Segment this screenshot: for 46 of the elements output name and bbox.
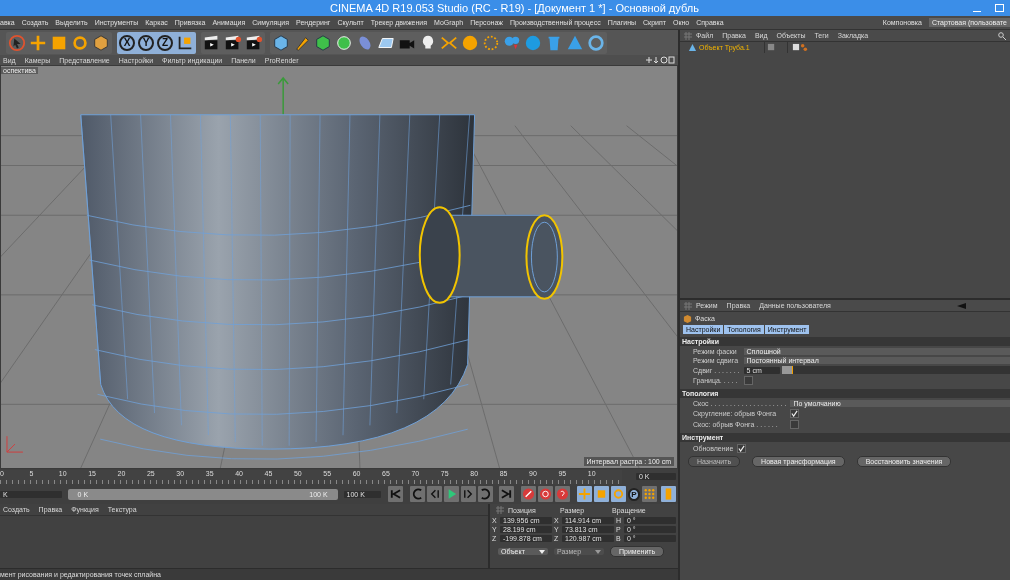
restore-icon[interactable] <box>995 4 1004 12</box>
clapboard-icon[interactable] <box>245 33 263 52</box>
bevel-tool-icon <box>683 313 692 323</box>
scale-key-icon[interactable] <box>593 486 609 502</box>
rotate-icon[interactable] <box>71 33 89 52</box>
panel-grip-icon[interactable] <box>496 506 504 514</box>
help-circle-icon[interactable] <box>555 486 571 502</box>
polygon-cube-icon[interactable] <box>314 33 332 52</box>
dot-grid-icon[interactable] <box>642 486 658 502</box>
record-key-icon[interactable] <box>521 486 537 502</box>
search-icon[interactable] <box>998 31 1006 40</box>
axis-lock-button[interactable]: Y <box>138 34 154 51</box>
previous-frame-icon[interactable] <box>426 486 442 502</box>
cursor-icon[interactable] <box>8 33 26 52</box>
caret-icon <box>539 549 545 554</box>
previous-key-icon[interactable] <box>409 486 425 502</box>
clapboard-icon[interactable] <box>224 33 242 52</box>
y-axis-arrow <box>277 76 289 117</box>
window-title: CINEMA 4D R19.053 Studio (RC - R19) - [Документ 1 *] - Основной дубль <box>330 2 699 14</box>
axis-lock-button[interactable]: Z <box>157 34 173 51</box>
panel-grip-icon[interactable] <box>684 31 692 40</box>
rotate-key-icon[interactable] <box>610 486 626 502</box>
dashed-circle-icon[interactable] <box>482 33 500 52</box>
move-icon[interactable] <box>29 33 47 52</box>
checkbox[interactable] <box>743 376 753 385</box>
checkbox[interactable] <box>790 409 800 418</box>
checkbox[interactable] <box>790 420 800 429</box>
checkbox[interactable] <box>737 444 747 453</box>
minimize-icon[interactable] <box>973 10 981 12</box>
move-key-icon[interactable] <box>576 486 592 502</box>
panel-grip-icon[interactable] <box>684 301 692 310</box>
go-to-end-icon[interactable] <box>499 486 515 502</box>
parameter-key-button[interactable]: P <box>627 487 641 501</box>
axis-lock-button[interactable]: X <box>119 34 135 51</box>
go-to-start-icon[interactable] <box>388 486 403 502</box>
caret-icon <box>595 549 601 554</box>
next-frame-icon[interactable] <box>460 486 476 502</box>
film-strip-icon[interactable] <box>661 486 677 502</box>
visibility-toggle-icon[interactable] <box>767 43 776 52</box>
play-icon[interactable] <box>443 486 459 502</box>
axis-gizmo-icon <box>6 435 24 453</box>
view-navigation-icon[interactable] <box>645 56 675 64</box>
autokey-icon[interactable] <box>538 486 554 502</box>
cube-icon[interactable] <box>92 33 110 52</box>
cube-icon[interactable] <box>272 33 290 52</box>
next-key-icon[interactable] <box>477 486 493 502</box>
